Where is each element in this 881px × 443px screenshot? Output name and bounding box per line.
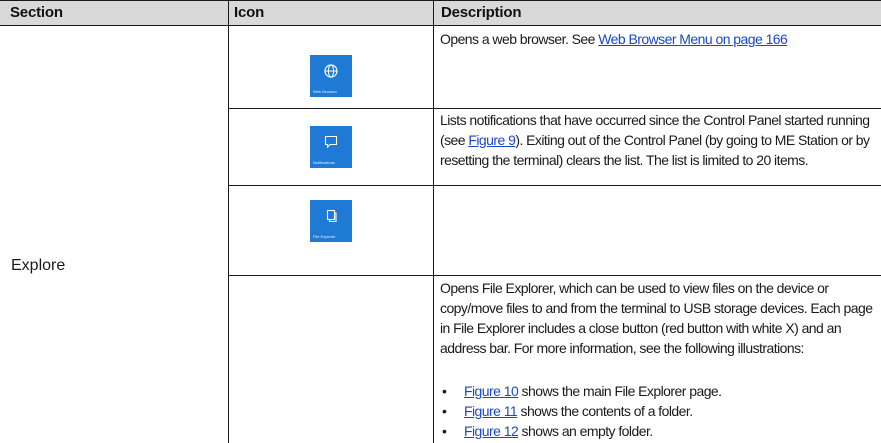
- web-browser-menu-link[interactable]: Web Browser Menu on page 166: [598, 31, 788, 47]
- documents-icon: [310, 209, 352, 228]
- row-divider: [228, 185, 881, 186]
- row-divider: [228, 275, 881, 276]
- control-panel-table: Section Icon Description Explore Web Bro…: [0, 0, 881, 443]
- column-divider: [433, 0, 434, 443]
- tile-caption: File Explorer: [313, 234, 336, 239]
- speech-bubble-icon: [310, 135, 352, 154]
- notifications-tile: Notifications: [310, 126, 352, 168]
- row-divider: [228, 108, 881, 109]
- file-explorer-tile: File Explorer: [310, 200, 352, 242]
- header-icon: Icon: [234, 4, 265, 21]
- globe-icon: [310, 64, 352, 83]
- figure-10-link[interactable]: Figure 10: [464, 383, 519, 399]
- figure-12-link[interactable]: Figure 12: [464, 423, 519, 439]
- web-browser-tile: Web Browser: [310, 55, 352, 97]
- section-label-explore: Explore: [11, 257, 66, 274]
- header-description: Description: [441, 4, 522, 21]
- table-header-row: Section Icon Description: [0, 0, 881, 26]
- column-divider: [228, 0, 229, 443]
- notifications-description: Lists notifications that have occurred s…: [440, 112, 870, 168]
- tile-caption: Notifications: [313, 160, 335, 165]
- web-browser-description: Opens a web browser. See Web Browser Men…: [440, 31, 788, 47]
- figure-9-link[interactable]: Figure 9: [468, 132, 516, 148]
- file-explorer-description: Opens File Explorer, which can be used t…: [440, 280, 873, 356]
- figure-11-link[interactable]: Figure 11: [464, 403, 518, 419]
- header-section: Section: [10, 4, 63, 21]
- tile-caption: Web Browser: [313, 89, 337, 94]
